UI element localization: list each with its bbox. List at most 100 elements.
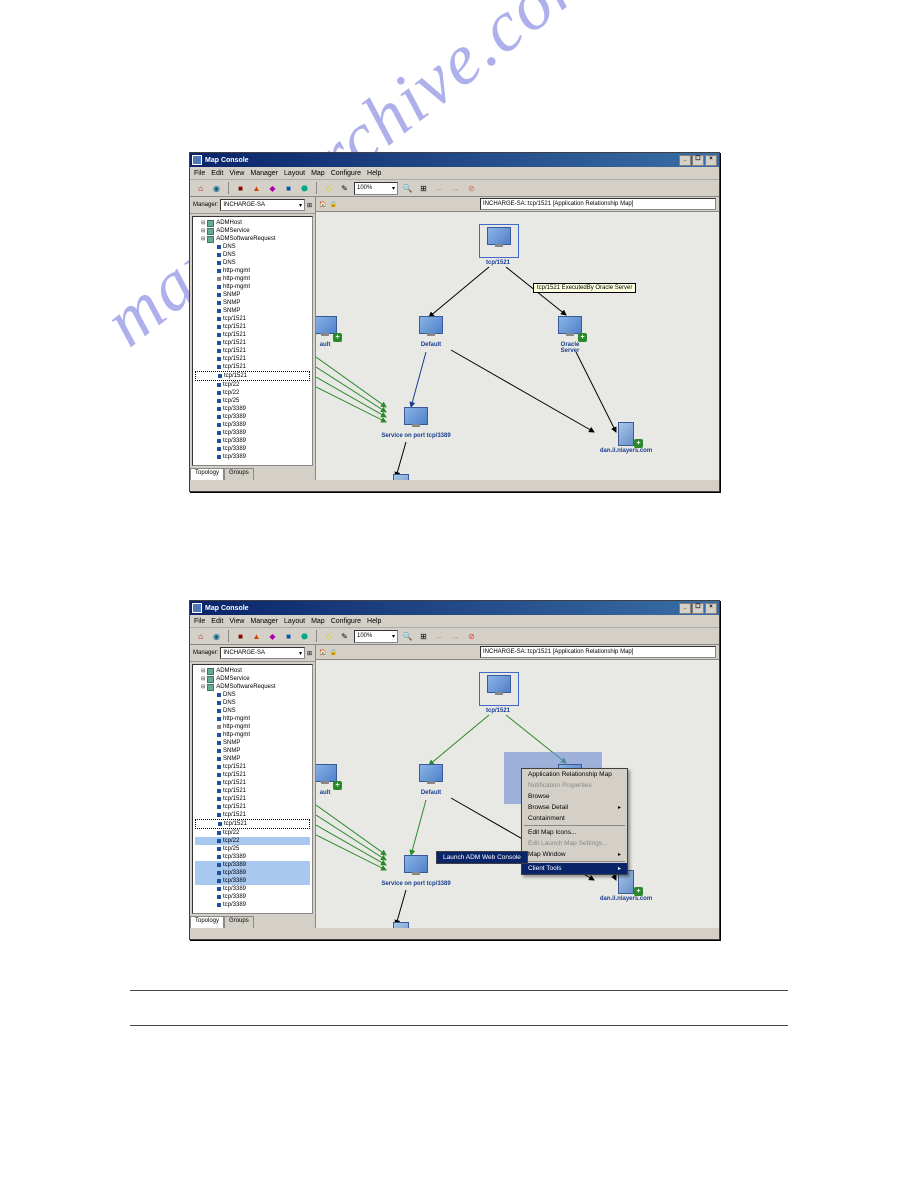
- tree-item[interactable]: tcp/3389: [195, 861, 310, 869]
- tb-btn[interactable]: ⊞: [417, 182, 430, 195]
- tb-btn[interactable]: ⌂: [194, 630, 207, 643]
- breadcrumb-combo[interactable]: INCHARGE-SA::tcp/1521 [Application Relat…: [480, 198, 716, 210]
- menu-manager[interactable]: Manager: [250, 170, 278, 177]
- tab-groups[interactable]: Groups: [224, 916, 254, 928]
- menu-edit[interactable]: Edit: [211, 618, 223, 625]
- tb-btn[interactable]: ◉: [210, 182, 223, 195]
- menu-layout[interactable]: Layout: [284, 618, 305, 625]
- tree-item[interactable]: tcp/1521: [195, 795, 310, 803]
- context-menu-item[interactable]: Edit Map Icons...: [522, 827, 627, 838]
- context-menu[interactable]: Application Relationship MapNotification…: [521, 768, 628, 875]
- menu-help[interactable]: Help: [367, 618, 381, 625]
- tree-item[interactable]: ⊟ADMService: [195, 227, 310, 235]
- tree-item[interactable]: tcp/1521: [195, 763, 310, 771]
- tb-btn[interactable]: ←: [433, 630, 446, 643]
- map-canvas[interactable]: tcp/1521 tcp/1521 ExecutedBy Oracle Serv…: [316, 212, 719, 480]
- tree-item[interactable]: tcp/3389: [195, 893, 310, 901]
- tree-item[interactable]: tcp/22: [195, 829, 310, 837]
- menu-edit[interactable]: Edit: [211, 170, 223, 177]
- tree-item[interactable]: tcp/3389: [195, 453, 310, 461]
- context-menu-item[interactable]: Containment: [522, 813, 627, 824]
- menu-map[interactable]: Map: [311, 170, 325, 177]
- tree-item[interactable]: tcp/1521: [195, 371, 310, 381]
- tree-item[interactable]: tcp/1521: [195, 323, 310, 331]
- node-oracle[interactable]: + Oracle Server: [551, 316, 589, 354]
- tb-btn[interactable]: ⬣: [298, 630, 311, 643]
- menu-configure[interactable]: Configure: [331, 618, 361, 625]
- tree-item[interactable]: tcp/3389: [195, 869, 310, 877]
- menu-help[interactable]: Help: [367, 170, 381, 177]
- tree-item[interactable]: tcp/3389: [195, 421, 310, 429]
- tree-item[interactable]: tcp/22: [195, 837, 310, 845]
- tree-item[interactable]: SNMP: [195, 739, 310, 747]
- tree-item[interactable]: DNS: [195, 251, 310, 259]
- tree-item[interactable]: tcp/1521: [195, 331, 310, 339]
- tree-item[interactable]: tcp/1521: [195, 771, 310, 779]
- tree-item[interactable]: SNMP: [195, 755, 310, 763]
- tree-item[interactable]: http-mgmt: [195, 723, 310, 731]
- node-ault[interactable]: + ault: [316, 764, 344, 796]
- tree-item[interactable]: tcp/1521: [195, 339, 310, 347]
- tb-btn[interactable]: ◆: [266, 182, 279, 195]
- node-dan[interactable]: + dan.il.nlayers.com: [596, 422, 656, 454]
- manager-btn[interactable]: ⊞: [307, 650, 312, 657]
- tb-btn[interactable]: ◇: [322, 182, 335, 195]
- tb-btn[interactable]: ◉: [210, 630, 223, 643]
- menu-file[interactable]: File: [194, 170, 205, 177]
- node-ault[interactable]: + ault: [316, 316, 344, 348]
- tb-btn[interactable]: ⊘: [465, 182, 478, 195]
- tree-item[interactable]: tcp/3389: [195, 445, 310, 453]
- tree-item[interactable]: ⊟ADMHost: [195, 219, 310, 227]
- tb-btn[interactable]: ←: [433, 182, 446, 195]
- manager-combo[interactable]: INCHARGE-SA▾: [220, 199, 305, 211]
- tree-item[interactable]: tcp/22: [195, 389, 310, 397]
- tb-btn[interactable]: ■: [234, 630, 247, 643]
- context-submenu[interactable]: Launch ADM Web Console: [436, 851, 528, 864]
- tb-btn[interactable]: ⊞: [417, 630, 430, 643]
- tree-item[interactable]: ⊟ADMSoftwareRequest: [195, 235, 310, 243]
- tree-item[interactable]: ⊟ADMService: [195, 675, 310, 683]
- tree-panel[interactable]: ⊟ADMHost⊟ADMService⊟ADMSoftwareRequestDN…: [192, 664, 313, 914]
- menu-configure[interactable]: Configure: [331, 170, 361, 177]
- tree-item[interactable]: tcp/3389: [195, 413, 310, 421]
- close-button[interactable]: ×: [705, 155, 717, 166]
- tree-item[interactable]: tcp/22: [195, 381, 310, 389]
- manager-btn[interactable]: ⊞: [307, 202, 312, 209]
- node-default[interactable]: Default: [412, 764, 450, 796]
- tree-item[interactable]: tcp/3389: [195, 405, 310, 413]
- tb-btn[interactable]: ✎: [338, 630, 351, 643]
- titlebar[interactable]: Map Console _ ☐ ×: [190, 601, 719, 615]
- tb-btn[interactable]: ⬣: [298, 182, 311, 195]
- tree-item[interactable]: tcp/25: [195, 397, 310, 405]
- tree-item[interactable]: tcp/3389: [195, 429, 310, 437]
- tree-item[interactable]: tcp/1521: [195, 811, 310, 819]
- tree-item[interactable]: tcp/1521: [195, 803, 310, 811]
- tree-item[interactable]: tcp/1521: [195, 819, 310, 829]
- tree-item[interactable]: http-mgmt: [195, 283, 310, 291]
- context-menu-item[interactable]: Map Window▸: [522, 849, 627, 860]
- tree-item[interactable]: http-mgmt: [195, 731, 310, 739]
- tb-btn[interactable]: 🔍: [401, 182, 414, 195]
- node-root[interactable]: tcp/1521: [479, 672, 517, 714]
- tb-btn[interactable]: ⌂: [194, 182, 207, 195]
- tree-item[interactable]: SNMP: [195, 299, 310, 307]
- node-root[interactable]: tcp/1521: [479, 224, 517, 266]
- tb-btn[interactable]: →: [449, 630, 462, 643]
- tb-btn[interactable]: ✎: [338, 182, 351, 195]
- tree-item[interactable]: tcp/1521: [195, 347, 310, 355]
- context-menu-item[interactable]: Browse: [522, 791, 627, 802]
- tree-item[interactable]: DNS: [195, 691, 310, 699]
- tree-item[interactable]: tcp/1521: [195, 779, 310, 787]
- tree-item[interactable]: tcp/3389: [195, 885, 310, 893]
- tree-item[interactable]: tcp/25: [195, 845, 310, 853]
- tree-item[interactable]: tcp/1521: [195, 363, 310, 371]
- menu-map[interactable]: Map: [311, 618, 325, 625]
- tb-btn[interactable]: ⊘: [465, 630, 478, 643]
- tb-btn[interactable]: →: [449, 182, 462, 195]
- minimize-button[interactable]: _: [679, 603, 691, 614]
- tab-topology[interactable]: Topology: [190, 916, 224, 928]
- tree-item[interactable]: tcp/3389: [195, 901, 310, 909]
- context-menu-item[interactable]: Application Relationship Map: [522, 769, 627, 780]
- tree-item[interactable]: SNMP: [195, 747, 310, 755]
- tree-item[interactable]: tcp/1521: [195, 355, 310, 363]
